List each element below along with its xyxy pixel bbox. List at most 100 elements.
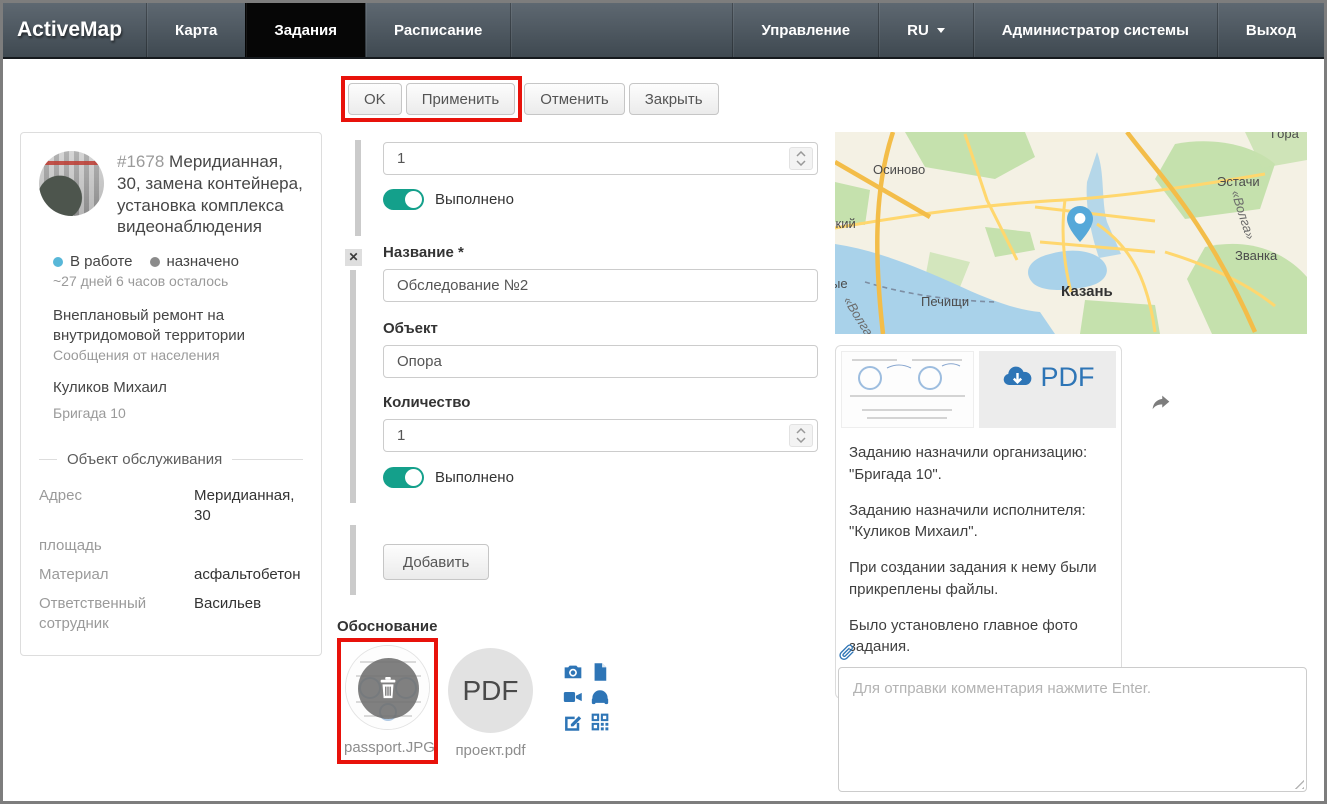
apply-button[interactable]: Применить <box>406 83 516 115</box>
attachment-passport[interactable]: passport.JPG <box>344 645 431 756</box>
task-assignee: Куликов Михаил <box>53 379 303 396</box>
edit-note-icon[interactable] <box>563 712 583 732</box>
attachment-filename: проект.pdf <box>448 742 533 759</box>
quantity-input[interactable] <box>383 419 818 452</box>
forward-message-icon[interactable] <box>1151 393 1171 413</box>
nav-item-logout[interactable]: Выход <box>1217 3 1324 57</box>
count-input-1[interactable] <box>383 142 818 175</box>
close-button[interactable]: Закрыть <box>629 83 719 115</box>
done-label-2: Выполнено <box>435 469 514 486</box>
spinner-stepper[interactable] <box>789 147 813 170</box>
ok-button[interactable]: OK <box>348 83 402 115</box>
annotation-box-attachment: passport.JPG <box>337 638 438 764</box>
chat-message: Заданию назначили организацию: "Бригада … <box>849 442 1108 486</box>
annotation-box-toolbar: OK Применить <box>341 76 522 122</box>
name-field-label: Название * <box>383 244 464 261</box>
comment-input[interactable] <box>838 667 1307 792</box>
group-bar <box>355 140 361 236</box>
service-object-title: Объект обслуживания <box>67 451 222 468</box>
status-dot-assigned <box>150 257 160 267</box>
quantity-field-label: Количество <box>383 394 470 411</box>
count-field-1 <box>383 142 818 175</box>
task-organization: Бригада 10 <box>53 405 303 421</box>
file-icon[interactable] <box>590 662 610 682</box>
quantity-field <box>383 419 818 452</box>
app-logo: ActiveMap <box>3 3 146 57</box>
map-label-osinovo: Осиново <box>873 162 925 177</box>
language-label: RU <box>907 22 929 39</box>
done-toggle-1[interactable] <box>383 189 424 210</box>
attachment-filename: passport.JPG <box>344 739 431 756</box>
map-label-estachi: Эстачи <box>1217 174 1260 189</box>
field-label: Адрес <box>39 486 194 527</box>
map-label-pechishchi: Печищи <box>921 294 969 309</box>
video-camera-icon[interactable] <box>563 687 583 707</box>
status-row: В работе назначено <box>53 253 303 270</box>
service-object-divider: Объект обслуживания <box>39 451 303 468</box>
add-button[interactable]: Добавить <box>383 544 489 580</box>
service-object-fields: Адрес Меридианная, 30 площадь Материал а… <box>39 486 303 635</box>
field-label: Ответственный сотрудник <box>39 594 194 635</box>
object-field-label: Объект <box>383 320 438 337</box>
task-id: #1678 <box>117 152 164 171</box>
delete-attachment-button[interactable] <box>358 658 419 719</box>
field-label: площадь <box>39 536 194 556</box>
chat-attachment-image[interactable] <box>841 351 974 428</box>
map-view[interactable]: Осиново Эстачи Печищи Званка ский ые Гор… <box>835 132 1307 334</box>
toggle-knob <box>405 469 422 486</box>
task-photo-avatar[interactable] <box>39 151 104 216</box>
chat-message: Было установлено главное фото задания. <box>849 615 1108 659</box>
trash-icon <box>377 676 399 700</box>
map-label-partial: Гора <box>1271 132 1300 141</box>
map-label-partial: ые <box>835 276 848 291</box>
name-input[interactable] <box>383 269 818 302</box>
remove-block-button[interactable]: ✕ <box>345 249 362 266</box>
nav-spacer <box>510 3 732 57</box>
toggle-knob <box>405 191 422 208</box>
nav-item-language[interactable]: RU <box>878 3 973 57</box>
map-label-kazan: Казань <box>1061 283 1113 300</box>
spinner-stepper[interactable] <box>789 424 813 447</box>
done-toggle-2[interactable] <box>383 467 424 488</box>
headphones-icon[interactable] <box>590 687 610 707</box>
field-value: Меридианная, 30 <box>194 486 303 527</box>
attachment-actions <box>563 662 610 732</box>
group-bar <box>350 270 356 503</box>
photo-camera-icon[interactable] <box>563 662 583 682</box>
field-value <box>194 536 303 556</box>
done-toggle-row-1: Выполнено <box>383 189 514 210</box>
nav-tab-map[interactable]: Карта <box>146 3 245 57</box>
nav-item-management[interactable]: Управление <box>732 3 878 57</box>
chat-attachment-pdf[interactable]: PDF <box>979 351 1116 428</box>
map-label-partial: ский <box>835 216 856 231</box>
map-label-zvanka: Званка <box>1235 248 1278 263</box>
pdf-thumbnail[interactable]: PDF <box>448 648 533 733</box>
chat-message-bubble: PDF Заданию назначили организацию: "Бриг… <box>835 345 1122 699</box>
chat-message: Заданию назначили исполнителя: "Куликов … <box>849 500 1108 544</box>
pdf-badge: PDF <box>1041 364 1095 428</box>
nav-item-user[interactable]: Администратор системы <box>973 3 1217 57</box>
task-card: #1678 Меридианная, 30, замена контейнера… <box>20 132 322 656</box>
done-label-1: Выполнено <box>435 191 514 208</box>
justification-label: Обоснование <box>337 618 437 635</box>
attachment-project-pdf[interactable]: PDF проект.pdf <box>448 648 533 759</box>
status-assigned-label: назначено <box>167 253 239 270</box>
toolbar: OK Применить Отменить Закрыть <box>341 76 719 122</box>
attachment-thumbnail[interactable] <box>345 645 430 730</box>
time-left: ~27 дней 6 часов осталось <box>53 273 303 289</box>
chevron-down-icon <box>937 28 945 33</box>
task-title: #1678 Меридианная, 30, замена контейнера… <box>117 151 303 238</box>
qr-code-icon[interactable] <box>590 712 610 732</box>
field-value: асфальтобетон <box>194 565 303 585</box>
status-dot-inwork <box>53 257 63 267</box>
status-inwork-label: В работе <box>70 253 133 270</box>
object-input[interactable] <box>383 345 818 378</box>
navbar: ActiveMap Карта Задания Расписание Управ… <box>3 3 1324 59</box>
attach-file-paperclip-icon[interactable] <box>837 643 856 662</box>
task-type-group: Сообщения от населения <box>53 347 303 363</box>
cancel-button[interactable]: Отменить <box>524 83 625 115</box>
app-window: ActiveMap Карта Задания Расписание Управ… <box>0 0 1327 804</box>
nav-tab-tasks[interactable]: Задания <box>245 3 365 57</box>
field-value: Васильев <box>194 594 303 635</box>
nav-tab-schedule[interactable]: Расписание <box>365 3 510 57</box>
